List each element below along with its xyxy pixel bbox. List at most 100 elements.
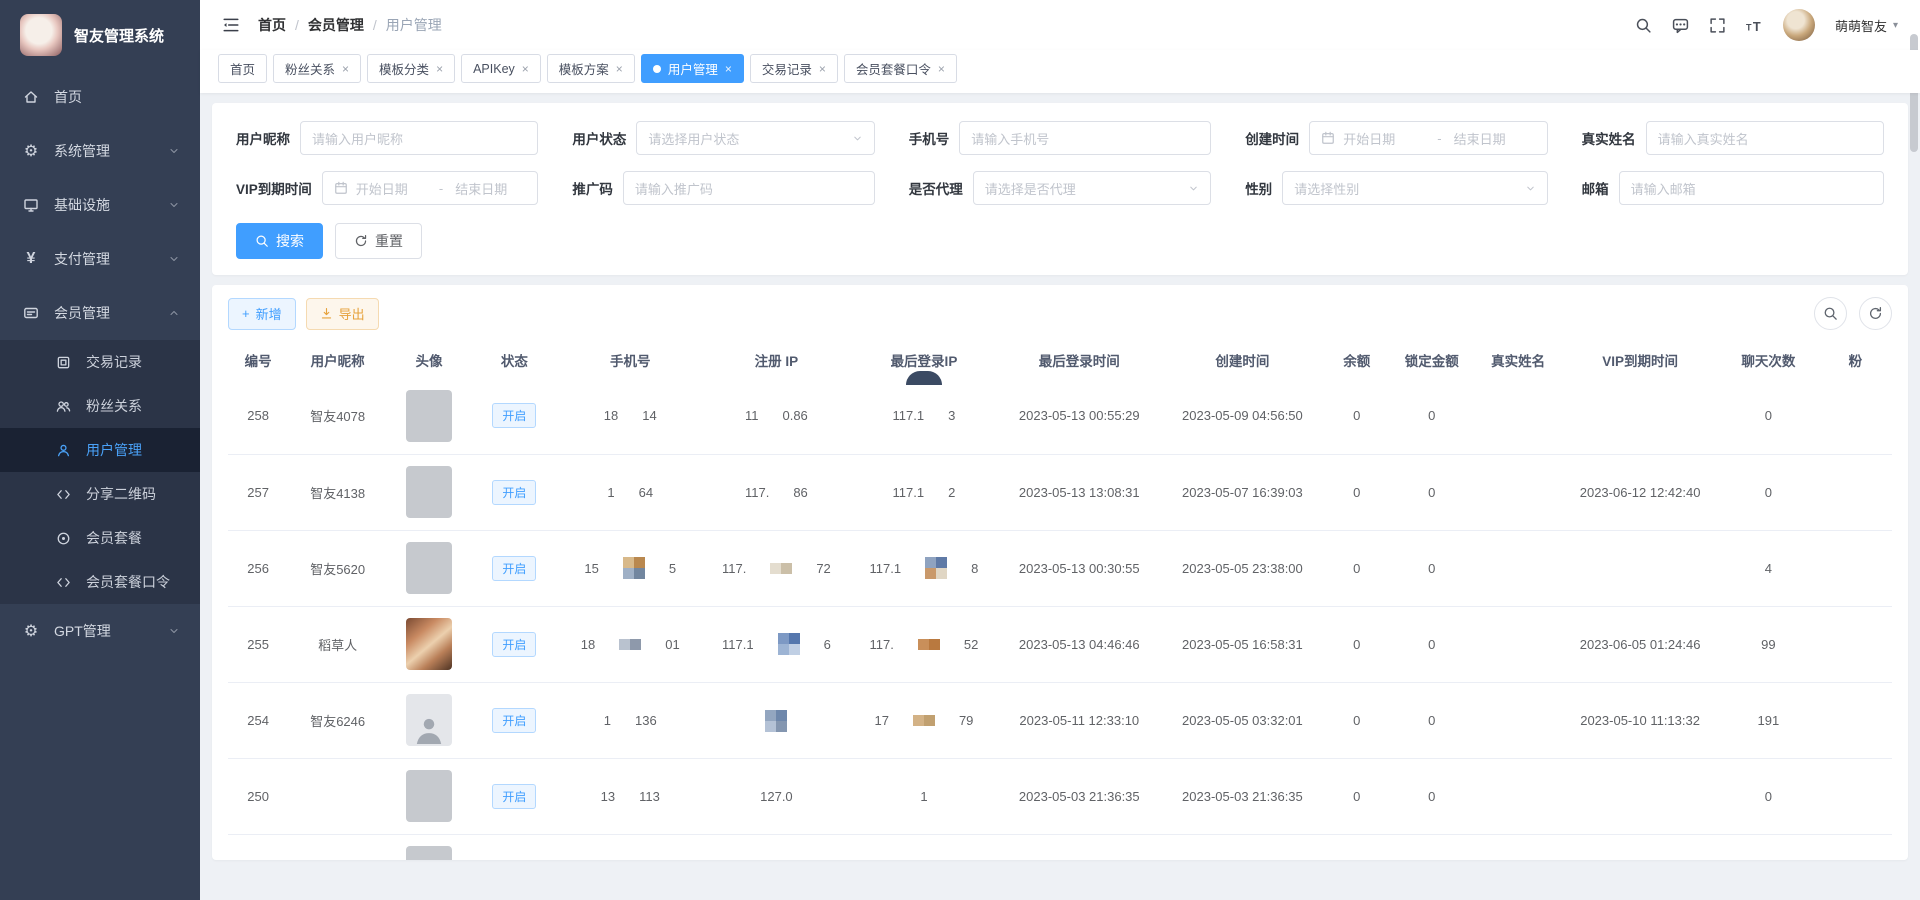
sidebar-item-会员管理[interactable]: 会员管理 (0, 286, 200, 340)
cell-balance: 0 (1324, 530, 1390, 606)
close-icon[interactable]: × (436, 62, 443, 76)
masked-value: 117.16 (722, 633, 831, 655)
cell-fans (1819, 530, 1892, 606)
sidebar-item-用户管理[interactable]: 用户管理 (0, 428, 200, 472)
close-icon[interactable]: × (938, 62, 945, 76)
chevron-down-icon (852, 133, 863, 144)
input-field-真实姓名[interactable]: 请输入真实姓名 (1646, 121, 1884, 155)
close-icon[interactable]: × (725, 62, 732, 76)
cell-created: 2023-05-09 04:56:50 (1161, 378, 1324, 454)
cell-realname (1474, 378, 1562, 454)
masked-value (765, 710, 787, 732)
select-field-性别[interactable]: 请选择性别 (1282, 171, 1547, 205)
cell-created: 2023-05-05 16:58:31 (1161, 606, 1324, 682)
column-header-label: 聊天次数 (1741, 354, 1795, 369)
tabs-bar: 首页粉丝关系×模板分类×APIKey×模板方案×用户管理×交易记录×会员套餐口令… (200, 50, 1920, 93)
cell-avatar (387, 606, 471, 682)
calendar-icon (1321, 131, 1335, 145)
filter-label: 创建时间 (1245, 128, 1299, 148)
input-field-手机号[interactable]: 请输入手机号 (959, 121, 1211, 155)
export-button[interactable]: 导出 (306, 298, 379, 330)
sidebar-item-GPT管理[interactable]: ⚙GPT管理 (0, 604, 200, 658)
tab-APIKey[interactable]: APIKey× (461, 54, 541, 83)
cell-locked: 0 (1390, 378, 1475, 454)
add-button[interactable]: + 新增 (228, 298, 296, 330)
user-avatar-image (406, 618, 452, 670)
input-field-用户昵称[interactable]: 请输入用户昵称 (300, 121, 538, 155)
sidebar-item-系统管理[interactable]: ⚙系统管理 (0, 124, 200, 178)
tab-首页[interactable]: 首页 (218, 54, 267, 83)
table-row[interactable]: 250开启13113127.012023-05-03 21:36:352023-… (228, 758, 1892, 834)
tab-label: 会员套餐口令 (856, 59, 931, 78)
search-button[interactable]: 搜索 (236, 223, 323, 259)
table-row[interactable]: 24912开启1521121272023-05-13 08:29:362023-… (228, 834, 1892, 860)
font-size-icon[interactable]: TT (1746, 17, 1763, 34)
filter-手机号: 手机号请输入手机号 (909, 121, 1211, 155)
cell-last_ip: 117.52 (850, 606, 998, 682)
breadcrumb-member[interactable]: 会员管理 (308, 15, 364, 35)
input-field-邮箱[interactable]: 请输入邮箱 (1619, 171, 1884, 205)
tab-粉丝关系[interactable]: 粉丝关系 × (273, 54, 361, 83)
sidebar-item-基础设施[interactable]: 基础设施 (0, 178, 200, 232)
select-field-用户状态[interactable]: 请选择用户状态 (636, 121, 874, 155)
table-row[interactable]: 256智友5620开启155117.72117.182023-05-13 00:… (228, 530, 1892, 606)
sidebar-collapse-icon[interactable] (222, 16, 240, 34)
tab-模板方案[interactable]: 模板方案× (547, 54, 635, 83)
sidebar-item-支付管理[interactable]: ¥支付管理 (0, 232, 200, 286)
breadcrumb: 首页 / 会员管理 / 用户管理 (258, 15, 442, 35)
filter-label: 用户昵称 (236, 128, 290, 148)
sidebar-item-首页[interactable]: 首页 (0, 70, 200, 124)
tab-会员套餐口令[interactable]: 会员套餐口令 × (844, 54, 957, 83)
value-fragment: 72 (816, 561, 830, 576)
table-row[interactable]: 258智友4078开启1814110.86117.132023-05-13 00… (228, 378, 1892, 454)
daterange-field-VIP到期时间[interactable]: 开始日期-结束日期 (322, 171, 539, 205)
select-field-是否代理[interactable]: 请选择是否代理 (973, 171, 1211, 205)
sidebar-item-交易记录[interactable]: 交易记录 (0, 340, 200, 384)
sidebar-item-label: 支付管理 (54, 249, 168, 269)
tab-模板分类[interactable]: 模板分类× (367, 54, 455, 83)
cell-balance: 0 (1324, 758, 1390, 834)
daterange-field-创建时间[interactable]: 开始日期-结束日期 (1309, 121, 1547, 155)
cell-last_login: 2023-05-13 08:29:36 (998, 834, 1161, 860)
input-field-推广码[interactable]: 请输入推广码 (623, 171, 875, 205)
tab-label: 粉丝关系 (285, 59, 335, 78)
sidebar-item-粉丝关系[interactable]: 粉丝关系 (0, 384, 200, 428)
table-refresh-icon[interactable] (1859, 297, 1892, 330)
cell-last_ip: 1 (850, 758, 998, 834)
cell-last_login: 2023-05-13 00:55:29 (998, 378, 1161, 454)
column-header-chats: 聊天次数 (1718, 342, 1819, 378)
message-icon[interactable] (1672, 17, 1689, 34)
tab-用户管理[interactable]: 用户管理× (641, 54, 744, 83)
table-row[interactable]: 254智友6246开启113617792023-05-11 12:33:1020… (228, 682, 1892, 758)
table-search-icon[interactable] (1814, 297, 1847, 330)
close-icon[interactable]: × (522, 62, 529, 76)
breadcrumb-home[interactable]: 首页 (258, 15, 286, 35)
reset-button[interactable]: 重置 (335, 223, 422, 259)
sidebar-item-分享二维码[interactable]: 分享二维码 (0, 472, 200, 516)
close-icon[interactable]: × (342, 62, 349, 76)
cell-created: 2023-05-05 03:32:01 (1161, 682, 1324, 758)
doc-icon (52, 355, 74, 370)
filter-是否代理: 是否代理请选择是否代理 (909, 171, 1211, 205)
chevron-up-icon (168, 307, 180, 319)
tab-交易记录[interactable]: 交易记录× (750, 54, 838, 83)
column-header-realname: 真实姓名 (1474, 342, 1562, 378)
cell-created: 2023-05-03 21:36:35 (1161, 758, 1324, 834)
sidebar-item-会员套餐口令[interactable]: 会员套餐口令 (0, 560, 200, 604)
user-avatar[interactable] (1783, 9, 1815, 41)
table-row[interactable]: 257智友4138开启164117.86117.122023-05-13 13:… (228, 454, 1892, 530)
monitor-icon (20, 197, 42, 213)
target-icon (52, 531, 74, 546)
close-icon[interactable]: × (819, 62, 826, 76)
user-menu[interactable]: 萌萌智友 ▾ (1835, 16, 1898, 35)
sidebar-item-会员套餐[interactable]: 会员套餐 (0, 516, 200, 560)
search-icon[interactable] (1635, 17, 1652, 34)
column-header-last_ip: 最后登录IP (850, 342, 998, 378)
cell-reg_ip: 117.16 (703, 606, 851, 682)
user-icon (52, 443, 74, 458)
cell-created: 2023-05-07 16:39:03 (1161, 454, 1324, 530)
fullscreen-icon[interactable] (1709, 17, 1726, 34)
close-icon[interactable]: × (616, 62, 623, 76)
table-body: 258智友4078开启1814110.86117.132023-05-13 00… (228, 378, 1892, 860)
table-row[interactable]: 255稻草人开启1801117.16117.522023-05-13 04:46… (228, 606, 1892, 682)
